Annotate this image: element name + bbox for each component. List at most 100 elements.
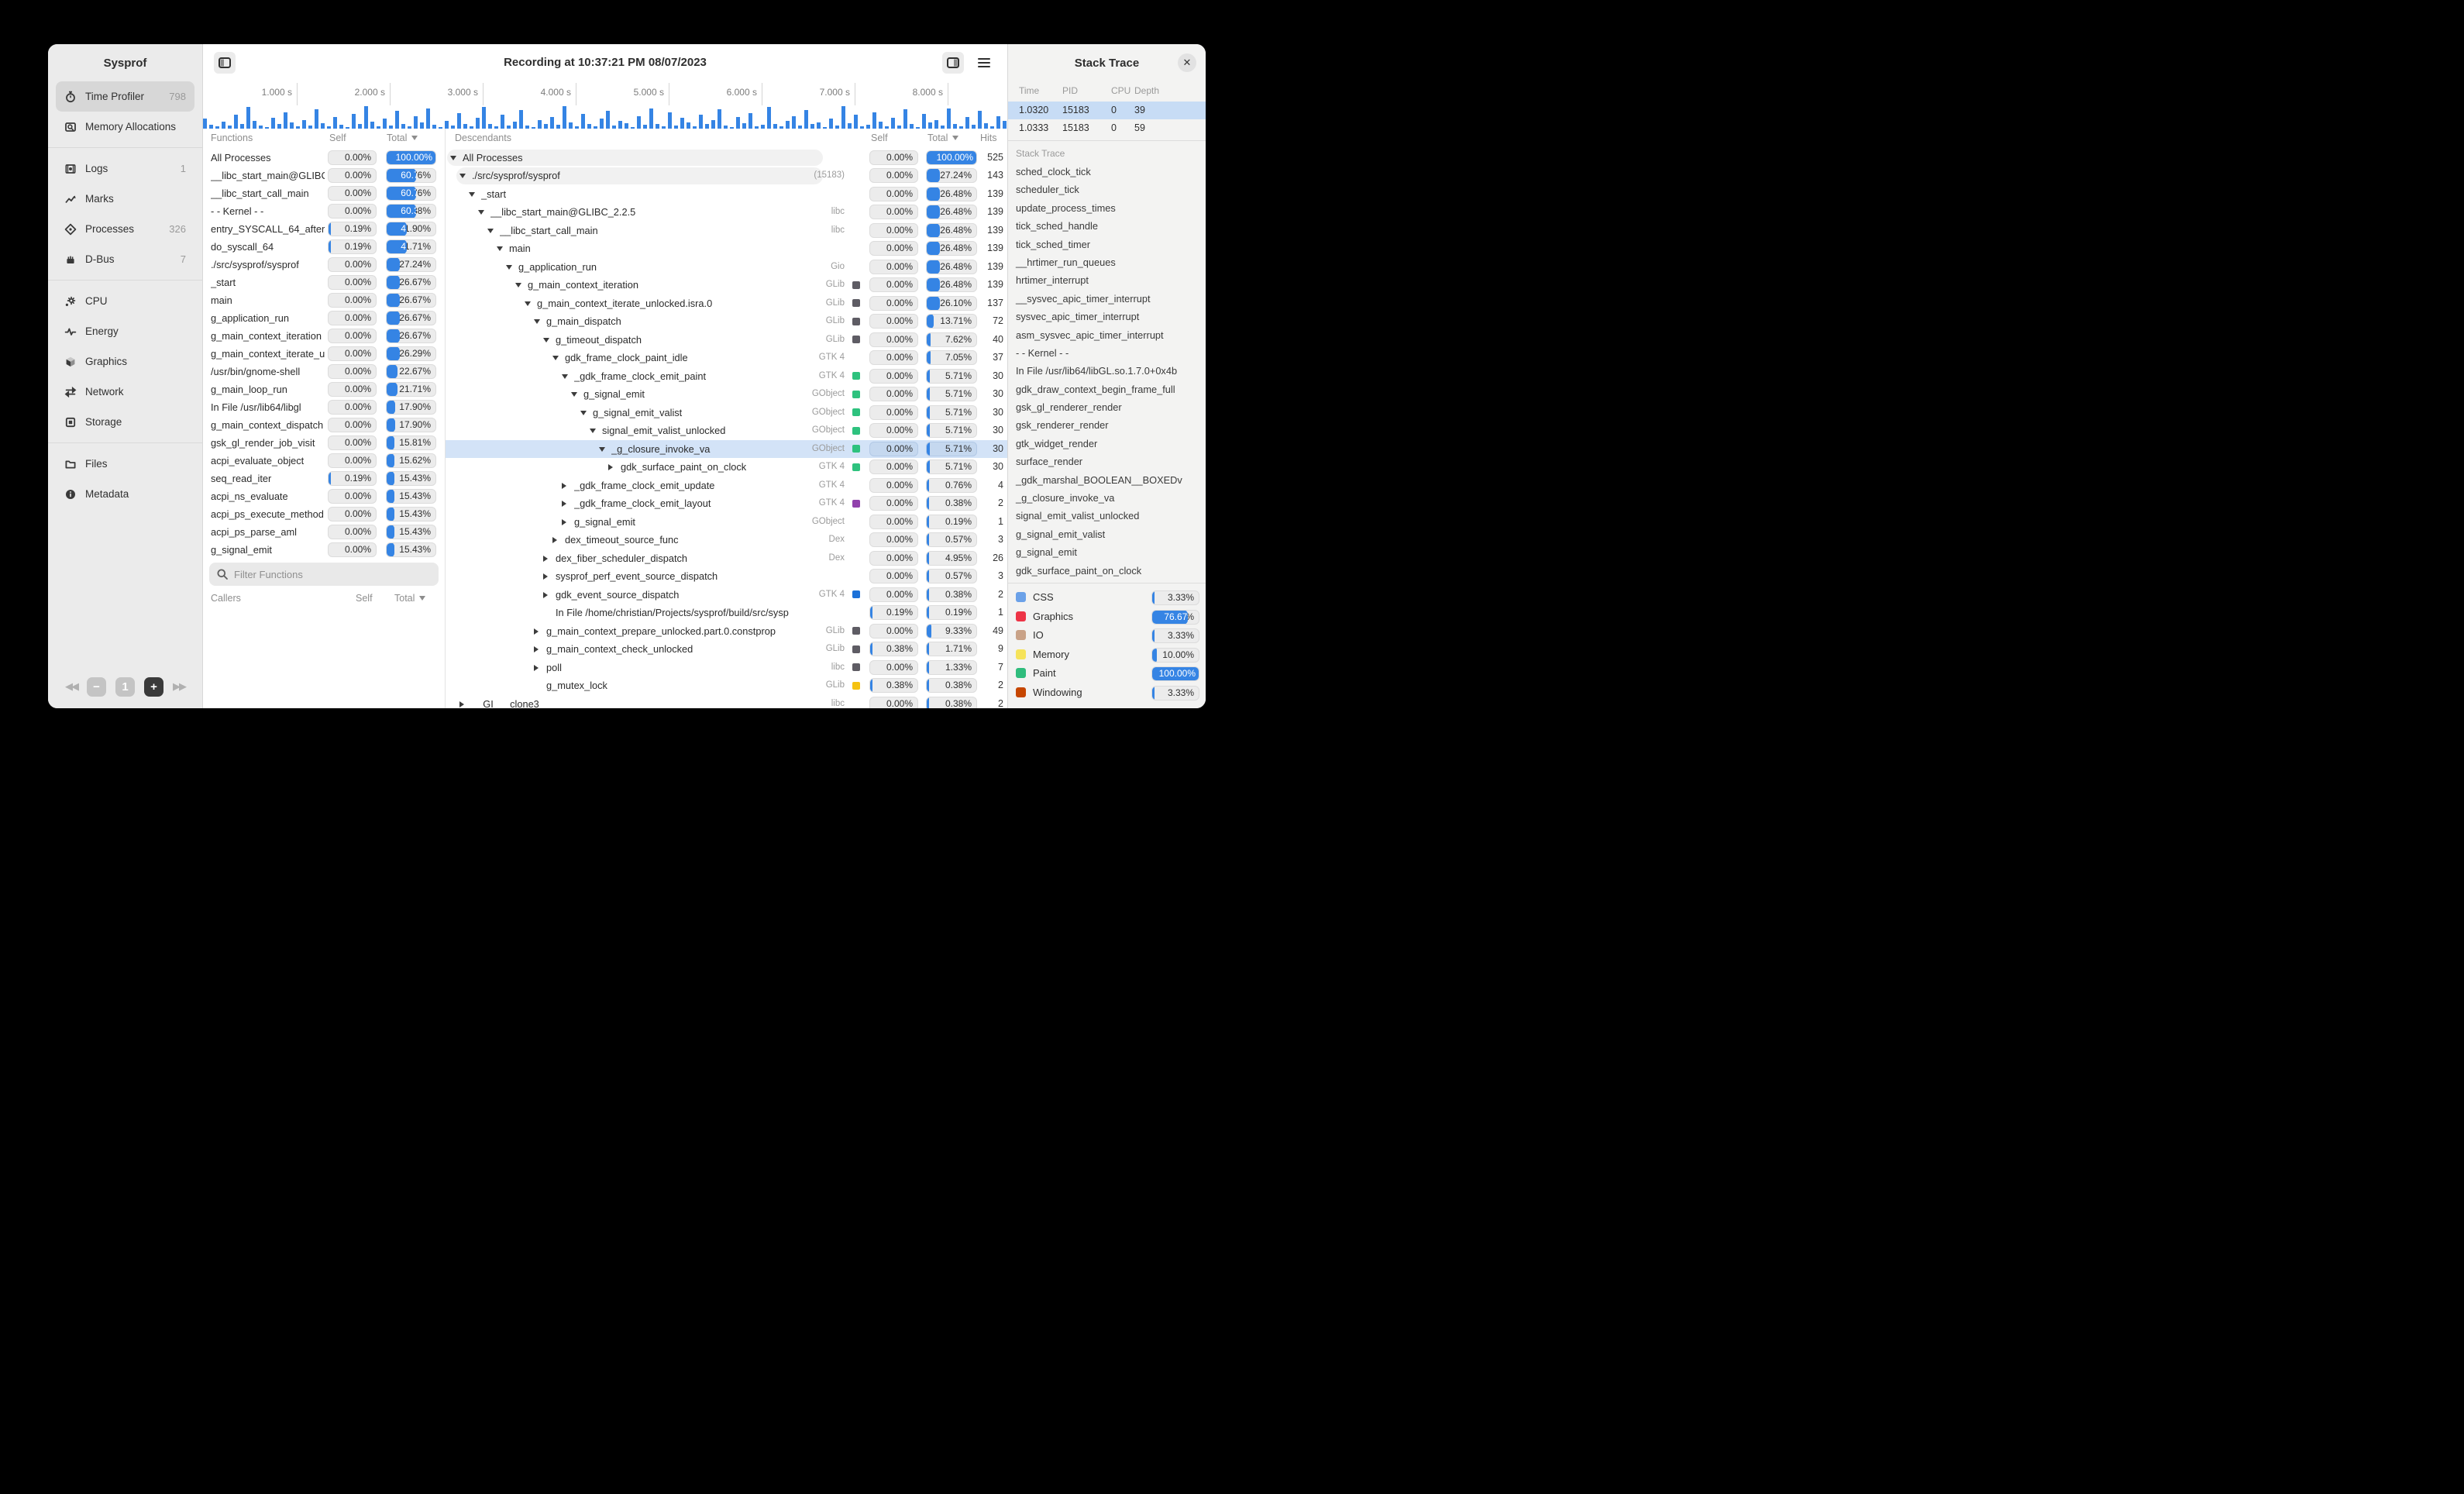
rewind-icon[interactable]: ◀◀ bbox=[65, 680, 77, 693]
descendant-row[interactable]: __libc_start_main@GLIBC_2.2.5libc0.00%26… bbox=[446, 203, 1007, 222]
sidebar-item-files[interactable]: Files bbox=[56, 449, 194, 479]
function-row[interactable]: All Processes0.00%100.00%100.00% bbox=[203, 149, 445, 167]
stack-frame[interactable]: scheduler_tick bbox=[1008, 181, 1206, 198]
stack-frame[interactable]: _g_closure_invoke_va bbox=[1008, 489, 1206, 507]
stack-frame[interactable]: _gdk_marshal_BOOLEAN__BOXEDv bbox=[1008, 471, 1206, 489]
timeline-selection-band[interactable] bbox=[203, 105, 1007, 129]
chevron-down-icon[interactable] bbox=[571, 392, 577, 397]
chevron-down-icon[interactable] bbox=[552, 356, 559, 360]
descendant-row[interactable]: _gdk_frame_clock_emit_layoutGTK 40.00%0.… bbox=[446, 494, 1007, 513]
descendant-row[interactable]: In File /home/christian/Projects/sysprof… bbox=[446, 604, 1007, 622]
chevron-down-icon[interactable] bbox=[459, 174, 466, 178]
chevron-down-icon[interactable] bbox=[506, 265, 512, 270]
stack-frame[interactable]: tick_sched_handle bbox=[1008, 217, 1206, 235]
chevron-down-icon[interactable] bbox=[562, 374, 568, 379]
descendant-row[interactable]: dex_timeout_source_funcDex0.00%0.57%0.57… bbox=[446, 531, 1007, 549]
descendant-row[interactable]: g_mutex_lockGLib0.38%0.38%0.38%0.38%2 bbox=[446, 676, 1007, 695]
descendant-row[interactable]: gdk_event_source_dispatchGTK 40.00%0.38%… bbox=[446, 586, 1007, 604]
chevron-right-icon[interactable] bbox=[608, 464, 613, 470]
function-row[interactable]: do_syscall_640.19%0.19%41.71%41.71% bbox=[203, 238, 445, 256]
stack-frame[interactable]: __hrtimer_run_queues bbox=[1008, 253, 1206, 271]
sidebar-item-energy[interactable]: Energy bbox=[56, 316, 194, 346]
stack-sample-row[interactable]: 1.033315183059 bbox=[1008, 119, 1206, 137]
stack-frame[interactable]: gsk_gl_renderer_render bbox=[1008, 398, 1206, 416]
function-row[interactable]: ./src/sysprof/sysprof0.00%27.24%27.24% bbox=[203, 256, 445, 274]
chevron-right-icon[interactable] bbox=[562, 519, 566, 525]
callers-column-header[interactable]: Callers bbox=[211, 593, 241, 604]
function-row[interactable]: _start0.00%26.67%26.67% bbox=[203, 274, 445, 291]
function-row[interactable]: __libc_start_call_main0.00%60.76%60.76% bbox=[203, 184, 445, 202]
stack-frame[interactable]: surface_render bbox=[1008, 453, 1206, 470]
function-row[interactable]: g_main_loop_run0.00%21.71%21.71% bbox=[203, 380, 445, 398]
chevron-down-icon[interactable] bbox=[534, 319, 540, 324]
chevron-down-icon[interactable] bbox=[599, 447, 605, 452]
descendant-row[interactable]: g_signal_emitGObject0.00%0.19%0.19%1 bbox=[446, 513, 1007, 532]
descendant-row[interactable]: __GI___clone3libc0.00%0.38%0.38%2 bbox=[446, 695, 1007, 708]
descendants-column-header[interactable]: Descendants bbox=[455, 133, 511, 143]
descendant-row[interactable]: g_main_context_iterationGLib0.00%26.48%2… bbox=[446, 276, 1007, 294]
stack-frame[interactable]: gdk_draw_context_begin_frame_full bbox=[1008, 380, 1206, 398]
descendant-row[interactable]: dex_fiber_scheduler_dispatchDex0.00%4.95… bbox=[446, 549, 1007, 568]
descendant-row[interactable]: main0.00%26.48%26.48%139 bbox=[446, 239, 1007, 258]
sidebar-item-time-profiler[interactable]: Time Profiler798 bbox=[56, 81, 194, 112]
chevron-down-icon[interactable] bbox=[590, 429, 596, 433]
chevron-right-icon[interactable] bbox=[459, 701, 464, 707]
chevron-down-icon[interactable] bbox=[450, 156, 456, 160]
stack-frame[interactable]: tick_sched_timer bbox=[1008, 236, 1206, 253]
descendant-row[interactable]: g_application_runGio0.00%26.48%26.48%139 bbox=[446, 258, 1007, 277]
chevron-right-icon[interactable] bbox=[543, 592, 548, 598]
sidebar-item-storage[interactable]: Storage bbox=[56, 407, 194, 437]
function-row[interactable]: acpi_ns_evaluate0.00%15.43%15.43% bbox=[203, 487, 445, 505]
stack-frame[interactable]: hrtimer_interrupt bbox=[1008, 271, 1206, 289]
total-column-header[interactable]: Total bbox=[387, 133, 418, 143]
stack-frame[interactable]: In File /usr/lib64/libGL.so.1.7.0+0x4b bbox=[1008, 362, 1206, 380]
sidebar-item-metadata[interactable]: Metadata bbox=[56, 479, 194, 509]
descendant-row[interactable]: sysprof_perf_event_source_dispatch0.00%0… bbox=[446, 567, 1007, 586]
function-row[interactable]: - - Kernel - -0.00%60.38%60.38% bbox=[203, 202, 445, 220]
descendant-row[interactable]: polllibc0.00%1.33%1.33%7 bbox=[446, 659, 1007, 677]
descendant-row[interactable]: g_main_context_prepare_unlocked.part.0.c… bbox=[446, 622, 1007, 641]
function-row[interactable]: g_main_context_iteration0.00%26.67%26.67… bbox=[203, 327, 445, 345]
function-row[interactable]: main0.00%26.67%26.67% bbox=[203, 291, 445, 309]
function-row[interactable]: acpi_ps_execute_method0.00%15.43%15.43% bbox=[203, 505, 445, 523]
descendants-self-column-header[interactable]: Self bbox=[871, 133, 888, 143]
function-row[interactable]: acpi_ps_parse_aml0.00%15.43%15.43% bbox=[203, 523, 445, 541]
callers-total-column-header[interactable]: Total bbox=[394, 593, 425, 604]
stack-frame[interactable]: g_signal_emit_valist bbox=[1008, 525, 1206, 543]
descendant-row[interactable]: g_timeout_dispatchGLib0.00%7.62%7.62%40 bbox=[446, 331, 1007, 349]
descendant-row[interactable]: g_main_dispatchGLib0.00%13.71%13.71%72 bbox=[446, 312, 1007, 331]
stack-frame[interactable]: gsk_renderer_render bbox=[1008, 416, 1206, 434]
chevron-right-icon[interactable] bbox=[562, 483, 566, 489]
descendant-row[interactable]: g_main_context_iterate_unlocked.isra.0GL… bbox=[446, 294, 1007, 313]
chevron-right-icon[interactable] bbox=[552, 537, 557, 543]
sidebar-item-graphics[interactable]: Graphics bbox=[56, 346, 194, 377]
function-row[interactable]: g_application_run0.00%26.67%26.67% bbox=[203, 309, 445, 327]
stack-frame[interactable]: __sysvec_apic_timer_interrupt bbox=[1008, 290, 1206, 308]
descendants-hits-column-header[interactable]: Hits bbox=[980, 133, 997, 143]
stack-frame[interactable]: - - Kernel - - bbox=[1008, 344, 1206, 362]
zoom-level-button[interactable]: 1 bbox=[115, 677, 135, 697]
descendant-row[interactable]: g_signal_emit_valistGObject0.00%5.71%5.7… bbox=[446, 404, 1007, 422]
sidebar-item-logs[interactable]: Logs1 bbox=[56, 153, 194, 184]
chevron-down-icon[interactable] bbox=[497, 246, 503, 251]
chevron-down-icon[interactable] bbox=[487, 229, 494, 233]
descendant-row[interactable]: _gdk_frame_clock_emit_paintGTK 40.00%5.7… bbox=[446, 367, 1007, 386]
function-row[interactable]: g_main_context_dispatch0.00%17.90%17.90% bbox=[203, 416, 445, 434]
sidebar-item-cpu[interactable]: CPU bbox=[56, 286, 194, 316]
chevron-right-icon[interactable] bbox=[543, 556, 548, 562]
descendant-row[interactable]: _g_closure_invoke_vaGObject0.00%5.71%5.7… bbox=[446, 440, 1007, 459]
chevron-down-icon[interactable] bbox=[515, 283, 521, 287]
function-row[interactable]: seq_read_iter0.19%0.19%15.43%15.43% bbox=[203, 470, 445, 487]
zoom-out-button[interactable]: − bbox=[87, 677, 106, 697]
chevron-down-icon[interactable] bbox=[580, 411, 587, 415]
function-row[interactable]: entry_SYSCALL_64_after_hwframe0.19%0.19%… bbox=[203, 220, 445, 238]
chevron-down-icon[interactable] bbox=[525, 301, 531, 306]
function-row[interactable]: gsk_gl_render_job_visit0.00%15.81%15.81% bbox=[203, 434, 445, 452]
descendant-row[interactable]: gdk_surface_paint_on_clockGTK 40.00%5.71… bbox=[446, 458, 1007, 477]
function-row[interactable]: acpi_evaluate_object0.00%15.62%15.62% bbox=[203, 452, 445, 470]
right-panel-toggle-button[interactable] bbox=[942, 52, 964, 74]
descendant-row[interactable]: g_signal_emitGObject0.00%5.71%5.71%30 bbox=[446, 385, 1007, 404]
sidebar-item-d-bus[interactable]: D-Bus7 bbox=[56, 244, 194, 274]
chevron-down-icon[interactable] bbox=[543, 338, 549, 343]
stack-frame[interactable]: gtk_widget_render bbox=[1008, 435, 1206, 453]
